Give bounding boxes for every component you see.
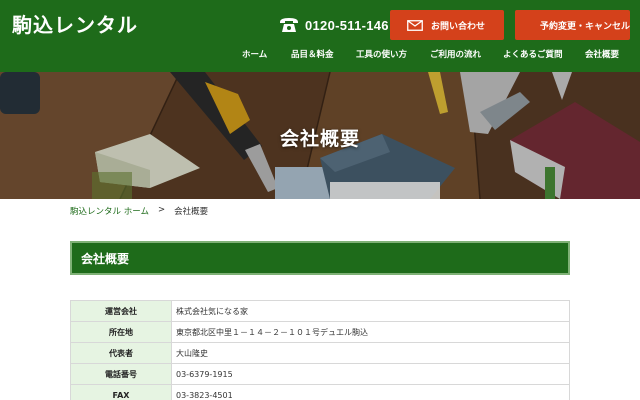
section-heading: 会社概要 (70, 241, 570, 275)
table-row: 所在地 東京都北区中里１－１４－２－１０１号デュエル駒込 (70, 321, 570, 343)
row-label-phone: 電話番号 (70, 363, 172, 385)
row-value-address: 東京都北区中里１－１４－２－１０１号デュエル駒込 (171, 321, 570, 343)
table-row: 代表者 大山隆史 (70, 342, 570, 364)
nav-usage-flow[interactable]: ご利用の流れ (430, 48, 481, 60)
phone-number: 0120-511-146 (305, 17, 389, 33)
nav-home[interactable]: ホーム (242, 48, 267, 60)
row-label-address: 所在地 (70, 321, 172, 343)
row-label-fax: FAX (70, 384, 172, 400)
reservation-change-label: 予約変更・キャンセル (540, 21, 631, 32)
nav-company[interactable]: 会社概要 (585, 48, 619, 60)
table-row: FAX 03-3823-4501 (70, 384, 570, 400)
breadcrumb-home-link[interactable]: 駒込レンタル ホーム (70, 205, 149, 217)
table-row: 運営会社 株式会社気になる家 (70, 300, 570, 322)
breadcrumb-separator: > (157, 205, 166, 215)
hero-title: 会社概要 (279, 128, 360, 150)
row-label-operator: 運営会社 (70, 300, 172, 322)
phone-contact[interactable]: 0120-511-146 (279, 14, 389, 36)
row-value-representative: 大山隆史 (171, 342, 570, 364)
nav-tool-usage[interactable]: 工具の使い方 (356, 48, 407, 60)
reservation-change-button[interactable]: 予約変更・キャンセル (515, 10, 630, 40)
global-nav: ホーム 品目＆料金 工具の使い方 ご利用の流れ よくあるご質問 会社概要 (0, 48, 640, 64)
hero-banner: 会社概要 (0, 72, 640, 199)
breadcrumb-current: 会社概要 (174, 207, 209, 217)
nav-faq[interactable]: よくあるご質問 (503, 48, 563, 60)
contact-button-label: お問い合わせ (431, 21, 486, 32)
phone-icon (280, 18, 298, 32)
row-value-fax: 03-3823-4501 (171, 384, 570, 400)
breadcrumb: 駒込レンタル ホーム > 会社概要 (70, 205, 208, 217)
company-info-table: 運営会社 株式会社気になる家 所在地 東京都北区中里１－１４－２－１０１号デュエ… (70, 300, 570, 400)
site-header: 駒込レンタル 0120-511-146 お問い合わせ 予約変更・キャンセル ホー… (0, 0, 640, 72)
site-logo[interactable]: 駒込レンタル (12, 9, 138, 38)
table-row: 電話番号 03-6379-1915 (70, 363, 570, 385)
contact-button[interactable]: お問い合わせ (390, 10, 504, 40)
row-value-operator: 株式会社気になる家 (171, 300, 570, 322)
row-value-phone: 03-6379-1915 (171, 363, 570, 385)
row-label-representative: 代表者 (70, 342, 172, 364)
nav-items-pricing[interactable]: 品目＆料金 (291, 48, 334, 60)
mail-icon (407, 19, 423, 31)
